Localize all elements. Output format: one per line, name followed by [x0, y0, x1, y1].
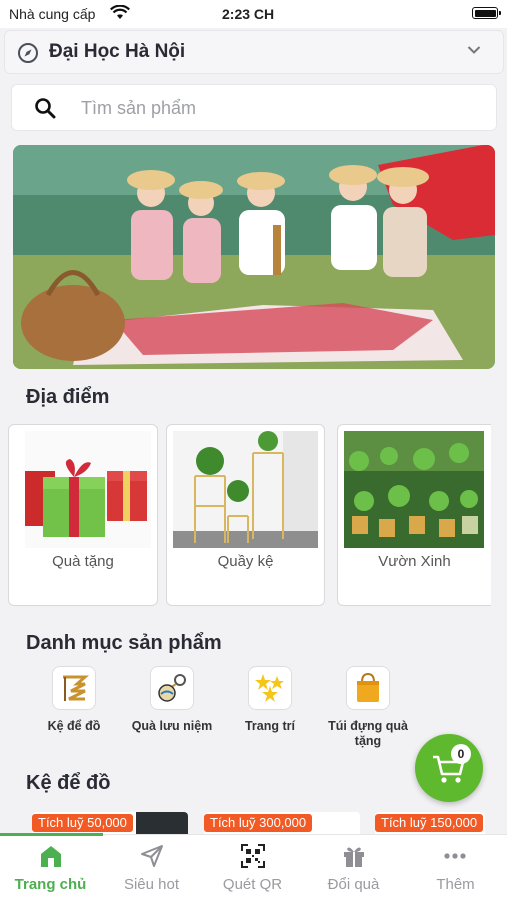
category-decor[interactable]: Trang trí — [220, 666, 320, 734]
category-shelves[interactable]: Kệ để đồ — [24, 666, 124, 734]
promo-banner[interactable] — [13, 145, 495, 369]
category-label: Quà lưu niệm — [131, 719, 213, 733]
plant-stand-image — [173, 431, 318, 548]
search-icon — [35, 98, 56, 119]
send-icon — [141, 845, 163, 867]
tab-home[interactable]: Trang chủ — [0, 835, 101, 901]
category-souvenirs[interactable]: Quà lưu niệm — [122, 666, 222, 734]
tab-hot[interactable]: Siêu hot — [101, 835, 202, 901]
tab-label: Đổi quà — [327, 876, 380, 893]
place-label: Quầy kệ — [217, 553, 274, 570]
tab-label: Thêm — [436, 876, 475, 893]
places-title: Địa điểm — [26, 386, 110, 408]
place-label: Quà tặng — [52, 553, 114, 570]
category-label: Túi đựng quà tặng — [328, 719, 408, 748]
location-name: Đại Học Hà Nội — [49, 41, 186, 62]
qr-code-icon — [241, 844, 265, 868]
points-tag: Tích luỹ 50,000 — [32, 814, 133, 832]
chevron-down-icon — [467, 46, 481, 54]
battery-icon — [472, 7, 501, 19]
points-tag: Tích luỹ 300,000 — [204, 814, 313, 832]
category-label: Kệ để đồ — [47, 719, 101, 733]
more-dots-icon — [444, 853, 466, 859]
gift-icon — [344, 847, 364, 867]
tab-label: Siêu hot — [123, 876, 180, 893]
shelf-section-title: Kệ để đồ — [26, 772, 111, 794]
carrier-label: Nhà cung cấp — [9, 6, 96, 22]
category-label: Trang trí — [244, 719, 295, 733]
place-label: Vườn Xinh — [378, 553, 451, 570]
bottom-tab-bar: Trang chủ Siêu hot Quét QR Đổi quà Thêm — [0, 833, 507, 901]
clock: 2:23 CH — [222, 6, 275, 22]
location-selector[interactable]: Đại Học Hà Nội — [4, 30, 504, 74]
search-placeholder: Tìm sản phẩm — [81, 98, 197, 118]
tab-label: Trang chủ — [14, 876, 87, 893]
status-bar: Nhà cung cấp 2:23 CH — [0, 0, 507, 28]
place-card-garden[interactable]: Vườn Xinh — [337, 424, 491, 606]
stars-icon — [248, 666, 292, 710]
banner-image — [13, 145, 495, 369]
search-bar[interactable]: Tìm sản phẩm — [11, 84, 497, 131]
garden-plants-image — [344, 431, 484, 548]
categories-title: Danh mục sản phẩm — [26, 632, 222, 654]
product-image — [136, 812, 188, 836]
place-card-shelves[interactable]: Quầy kệ — [166, 424, 325, 606]
tab-scan-qr[interactable]: Quét QR — [202, 835, 303, 901]
souvenir-keychain-icon — [150, 666, 194, 710]
cart-count-badge: 0 — [451, 744, 471, 764]
tab-label: Quét QR — [222, 876, 283, 893]
gift-bag-icon — [346, 666, 390, 710]
place-card-gifts[interactable]: Quà tặng — [8, 424, 158, 606]
tab-rewards[interactable]: Đổi quà — [303, 835, 404, 901]
compass-icon — [18, 43, 38, 63]
cart-button[interactable]: 0 — [415, 734, 483, 802]
gift-boxes-image — [25, 431, 151, 548]
shelf-icon — [52, 666, 96, 710]
wifi-icon — [110, 5, 130, 19]
category-gift-bags[interactable]: Túi đựng quà tặng — [318, 666, 418, 749]
tab-more[interactable]: Thêm — [404, 835, 507, 901]
home-icon — [41, 846, 61, 867]
points-tag: Tích luỹ 150,000 — [375, 814, 484, 832]
product-card[interactable]: Tích luỹ 300,000 — [204, 812, 360, 836]
product-card[interactable]: Tích luỹ 150,000 — [375, 812, 485, 836]
